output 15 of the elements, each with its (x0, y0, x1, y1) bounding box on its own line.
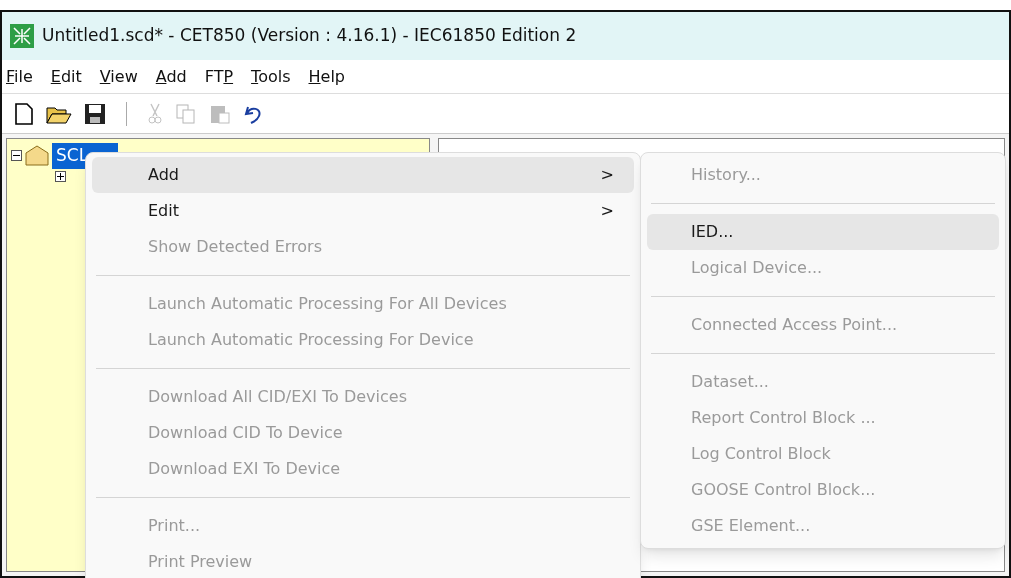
expand-icon[interactable] (55, 170, 66, 182)
menu-bar-item[interactable]: View (99, 64, 138, 89)
menu-bar-item[interactable]: FTP (204, 64, 234, 89)
menu-item[interactable]: IED... (647, 214, 999, 250)
save-icon[interactable] (84, 102, 106, 125)
menu-bar-item[interactable]: Edit (50, 64, 82, 89)
menu-bar-item[interactable]: Help (308, 64, 345, 89)
window-title: Untitled1.scd* - CET850 (Version : 4.16.1) - IEC61850 Edition 2 (42, 24, 577, 48)
collapse-icon[interactable] (11, 150, 22, 162)
menu-bar-item[interactable]: Add (155, 64, 187, 89)
menu-item[interactable]: Add > (92, 157, 634, 193)
menu-bar-item[interactable]: File (6, 64, 33, 89)
new-file-icon[interactable] (14, 102, 34, 125)
app-icon (10, 24, 34, 48)
menu-bar-item[interactable]: Tools (251, 64, 291, 89)
